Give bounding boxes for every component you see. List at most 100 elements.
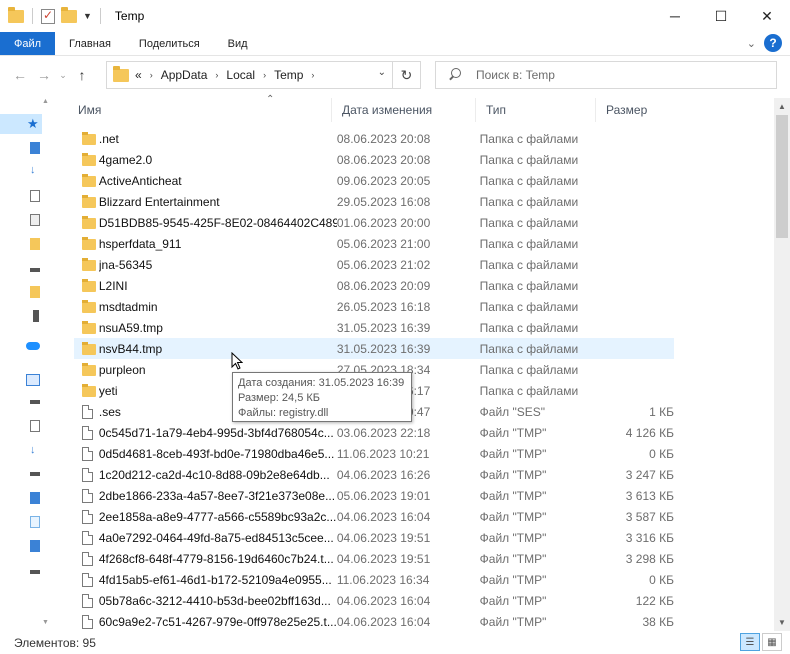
- folder-row[interactable]: jna-56345 05.06.2023 21:02 Папка с файлами: [74, 254, 674, 275]
- onedrive-icon[interactable]: [26, 342, 40, 350]
- chevron-right-icon[interactable]: ›: [311, 70, 314, 80]
- file-type: Файл "TMP": [479, 551, 547, 566]
- folder-row[interactable]: L2INI 08.06.2023 20:09 Папка с файлами: [74, 275, 674, 296]
- chevron-right-icon[interactable]: ›: [215, 70, 218, 80]
- scroll-down-icon[interactable]: ▼: [42, 619, 49, 626]
- file-icon: [74, 404, 99, 419]
- file-row[interactable]: 05b78a6c-3212-4410-b53d-bee02bff163d... 0…: [74, 590, 674, 611]
- folder-row[interactable]: .net 08.06.2023 20:08 Папка с файлами: [74, 128, 674, 149]
- column-header-size[interactable]: Размер: [596, 98, 678, 122]
- recent-locations-icon[interactable]: ⌄: [56, 70, 70, 81]
- this-pc-icon[interactable]: [26, 374, 40, 386]
- file-row[interactable]: 60c9a9e2-7c51-4267-979e-0ff978e25e25.t..…: [74, 611, 674, 632]
- new-folder-icon[interactable]: [61, 6, 77, 23]
- refresh-icon[interactable]: ↻: [392, 62, 420, 88]
- file-row[interactable]: 0d5d4681-8ceb-493f-bd0e-71980dba46e5... 1…: [74, 443, 674, 464]
- downloads-icon[interactable]: ↓: [30, 444, 40, 456]
- file-name: ActiveAnticheat: [98, 173, 182, 188]
- forward-arrow-icon[interactable]: →: [32, 67, 56, 83]
- folder-row[interactable]: 4game2.0 08.06.2023 20:08 Папка с файлами: [74, 149, 674, 170]
- address-bar[interactable]: « › AppData › Local › Temp › ⌄ ↻: [106, 61, 421, 89]
- folder-row[interactable]: Blizzard Entertainment 29.05.2023 16:08 Па…: [74, 191, 674, 212]
- chevron-right-icon[interactable]: ›: [263, 70, 266, 80]
- scroll-up-icon[interactable]: ▲: [778, 102, 786, 111]
- column-headers: ⌃ Имя Дата изменения Тип Размер: [68, 94, 678, 122]
- column-header-type[interactable]: Тип: [476, 98, 596, 122]
- details-view-icon[interactable]: ☰: [740, 633, 760, 651]
- address-dropdown-icon[interactable]: ⌄: [378, 67, 386, 78]
- folder-row[interactable]: msdtadmin 26.05.2023 16:18 Папка с файлами: [74, 296, 674, 317]
- view-buttons: ☰ ▦: [740, 633, 782, 651]
- documents-icon[interactable]: [30, 190, 40, 202]
- file-row[interactable]: 2dbe1866-233a-4a57-8ee7-3f21e373e08e... 0…: [74, 485, 674, 506]
- file-row[interactable]: 2ee1858a-a8e9-4777-a566-c5589bc93a2c... 0…: [74, 506, 674, 527]
- pictures-icon[interactable]: [30, 516, 40, 528]
- file-name: 60c9a9e2-7c51-4267-979e-0ff978e25e25.t..…: [98, 614, 337, 629]
- file-row[interactable]: 4f268cf8-648f-4779-8156-19d6460c7b24.t..…: [74, 548, 674, 569]
- back-arrow-icon[interactable]: ←: [8, 67, 32, 83]
- maximize-button[interactable]: ☐: [698, 0, 744, 32]
- file-type: Папка с файлами: [479, 320, 579, 335]
- column-header-name[interactable]: Имя: [68, 98, 332, 122]
- file-row[interactable]: 4a0e7292-0464-49fd-8a75-ed84513c5cee... 0…: [74, 527, 674, 548]
- file-row[interactable]: 1c20d212-ca2d-4c10-8d88-09b2e8e64db... 04…: [74, 464, 674, 485]
- breadcrumb-appdata[interactable]: AppData: [161, 68, 208, 82]
- breadcrumb-local[interactable]: Local: [226, 68, 255, 82]
- folder-row[interactable]: D51BDB85-9545-425F-8E02-08464402C489 01.0…: [74, 212, 674, 233]
- minimize-button[interactable]: ─: [652, 0, 698, 32]
- drive-icon[interactable]: [30, 268, 40, 272]
- large-icons-view-icon[interactable]: ▦: [762, 633, 782, 651]
- scroll-up-icon[interactable]: ▲: [42, 98, 49, 105]
- file-row[interactable]: 0c545d71-1a79-4eb4-995d-3bf4d768054c... 0…: [74, 422, 674, 443]
- nav-item-quick-access[interactable]: ★: [0, 114, 42, 134]
- properties-icon[interactable]: [41, 8, 55, 24]
- folder-icon: [74, 321, 99, 334]
- drive-icon[interactable]: [30, 472, 40, 476]
- videos-icon[interactable]: [30, 540, 40, 552]
- drive-icon[interactable]: [30, 570, 40, 574]
- vertical-scrollbar[interactable]: ▲ ▼: [774, 98, 790, 631]
- expand-ribbon-icon[interactable]: ⌄: [747, 37, 756, 50]
- breadcrumb: « › AppData › Local › Temp ›: [135, 68, 322, 82]
- pictures-icon[interactable]: [30, 214, 40, 226]
- folder-icon[interactable]: [30, 286, 40, 298]
- file-type: Папка с файлами: [479, 173, 579, 188]
- file-type: Папка с файлами: [479, 131, 579, 146]
- documents-icon[interactable]: [30, 420, 40, 432]
- desktop-icon[interactable]: [30, 492, 40, 504]
- chevron-right-icon: ›: [149, 70, 153, 80]
- drive-icon[interactable]: [33, 310, 39, 322]
- tab-view[interactable]: Вид: [214, 32, 262, 55]
- file-icon: [74, 572, 99, 587]
- tab-share[interactable]: Поделиться: [125, 32, 214, 55]
- folder-row[interactable]: nsvB44.tmp 31.05.2023 16:39 Папка с файлам…: [74, 338, 674, 359]
- column-header-date[interactable]: Дата изменения: [332, 98, 476, 122]
- folder-row[interactable]: ActiveAnticheat 09.06.2023 20:05 Папка с ф…: [74, 170, 674, 191]
- drive-icon[interactable]: [30, 400, 40, 404]
- item-count: Элементов: 95: [14, 635, 96, 650]
- folder-icon[interactable]: [30, 238, 40, 250]
- customize-toolbar-icon[interactable]: ▼: [83, 11, 92, 21]
- file-type: Папка с файлами: [479, 278, 579, 293]
- file-name: 05b78a6c-3212-4410-b53d-bee02bff163d...: [98, 593, 331, 608]
- close-button[interactable]: ✕: [744, 0, 790, 32]
- file-icon: [74, 530, 99, 545]
- help-icon[interactable]: ?: [764, 34, 782, 52]
- file-icon: [74, 614, 99, 629]
- up-arrow-icon[interactable]: ↑: [70, 67, 94, 83]
- scroll-down-icon[interactable]: ▼: [778, 618, 786, 627]
- folder-row[interactable]: hsperfdata_911 05.06.2023 21:00 Папка с фа…: [74, 233, 674, 254]
- tab-home[interactable]: Главная: [55, 32, 125, 55]
- file-row[interactable]: 4fd15ab5-ef61-46d1-b172-52109a4e0955... 1…: [74, 569, 674, 590]
- file-type: Папка с файлами: [479, 257, 579, 272]
- downloads-icon[interactable]: ↓: [30, 164, 40, 176]
- search-box[interactable]: Поиск в: Temp: [435, 61, 777, 89]
- folder-icon: [74, 384, 99, 397]
- desktop-icon[interactable]: [30, 142, 40, 154]
- file-type: Файл "TMP": [479, 446, 547, 461]
- breadcrumb-temp[interactable]: Temp: [274, 68, 303, 82]
- breadcrumb-overflow[interactable]: «: [135, 68, 142, 82]
- scrollbar-thumb[interactable]: [776, 115, 788, 238]
- tab-file[interactable]: Файл: [0, 32, 56, 55]
- folder-row[interactable]: nsuA59.tmp 31.05.2023 16:39 Папка с файлам…: [74, 317, 674, 338]
